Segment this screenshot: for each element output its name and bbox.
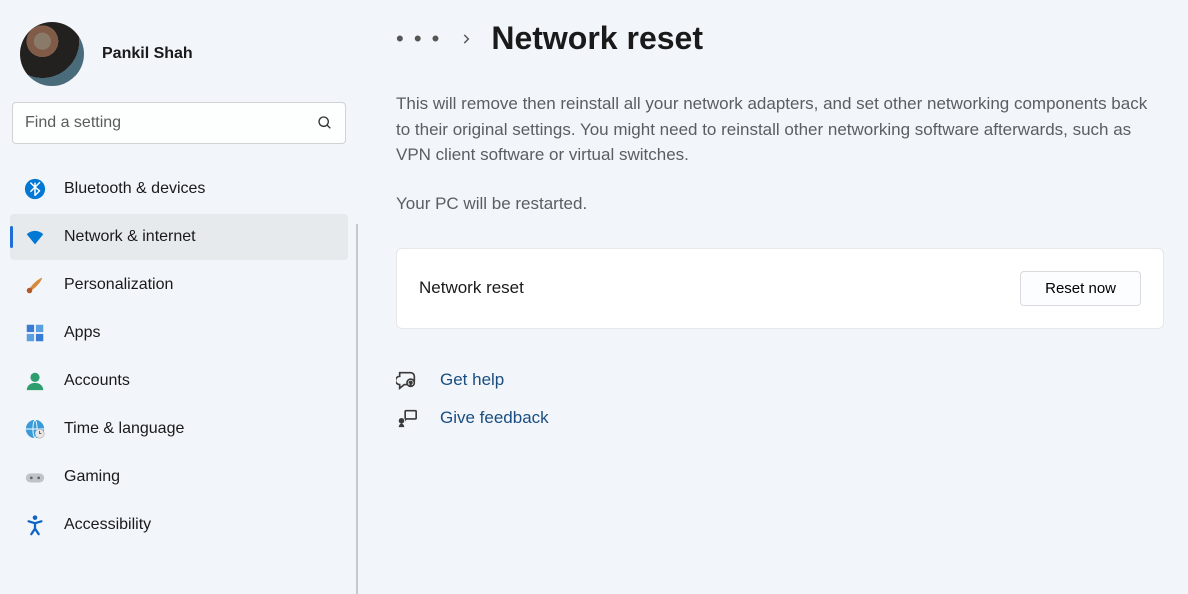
nav-label: Accessibility: [64, 516, 151, 534]
nav-label: Accounts: [64, 372, 130, 390]
sidebar-item-gaming[interactable]: Gaming: [10, 454, 348, 500]
search-icon: [317, 115, 333, 131]
search-wrap: [10, 102, 348, 154]
feedback-label: Give feedback: [440, 408, 549, 428]
reset-now-button[interactable]: Reset now: [1020, 271, 1141, 306]
avatar: [20, 22, 84, 86]
nav-label: Bluetooth & devices: [64, 180, 205, 198]
page-title: Network reset: [491, 20, 703, 57]
nav-label: Gaming: [64, 468, 120, 486]
sidebar-item-network[interactable]: Network & internet: [10, 214, 348, 260]
nav-label: Apps: [64, 324, 100, 342]
give-feedback-link[interactable]: Give feedback: [396, 407, 1164, 429]
help-label: Get help: [440, 370, 504, 390]
bluetooth-icon: [24, 178, 46, 200]
help-icon: ?: [396, 369, 418, 391]
get-help-link[interactable]: ? Get help: [396, 369, 1164, 391]
card-label: Network reset: [419, 278, 524, 298]
breadcrumb: • • • Network reset: [396, 20, 1164, 57]
globe-icon: [24, 418, 46, 440]
nav-label: Personalization: [64, 276, 173, 294]
scroll-indicator[interactable]: [356, 224, 358, 594]
person-icon: [24, 370, 46, 392]
breadcrumb-ellipsis[interactable]: • • •: [396, 26, 441, 52]
sidebar-item-bluetooth[interactable]: Bluetooth & devices: [10, 166, 348, 212]
sidebar-item-accounts[interactable]: Accounts: [10, 358, 348, 404]
search-input[interactable]: [25, 114, 317, 132]
sidebar-item-personalization[interactable]: Personalization: [10, 262, 348, 308]
main-content: • • • Network reset This will remove the…: [358, 0, 1188, 594]
svg-text:?: ?: [409, 381, 412, 387]
profile-section[interactable]: Pankil Shah: [10, 14, 348, 102]
nav-list: Bluetooth & devices Network & internet P…: [10, 166, 348, 548]
sidebar: Pankil Shah Bluetooth & devices Network …: [0, 0, 358, 594]
nav-label: Network & internet: [64, 228, 196, 246]
help-links: ? Get help Give feedback: [396, 369, 1164, 429]
sidebar-item-time[interactable]: Time & language: [10, 406, 348, 452]
profile-name: Pankil Shah: [102, 45, 193, 63]
brush-icon: [24, 274, 46, 296]
feedback-icon: [396, 407, 418, 429]
wifi-icon: [24, 226, 46, 248]
nav-label: Time & language: [64, 420, 184, 438]
sidebar-item-apps[interactable]: Apps: [10, 310, 348, 356]
sidebar-item-accessibility[interactable]: Accessibility: [10, 502, 348, 548]
chevron-right-icon: [459, 32, 473, 46]
search-box[interactable]: [12, 102, 346, 144]
description-text: This will remove then reinstall all your…: [396, 91, 1164, 168]
network-reset-card: Network reset Reset now: [396, 248, 1164, 329]
gamepad-icon: [24, 466, 46, 488]
apps-icon: [24, 322, 46, 344]
accessibility-icon: [24, 514, 46, 536]
restart-notice: Your PC will be restarted.: [396, 194, 1164, 214]
